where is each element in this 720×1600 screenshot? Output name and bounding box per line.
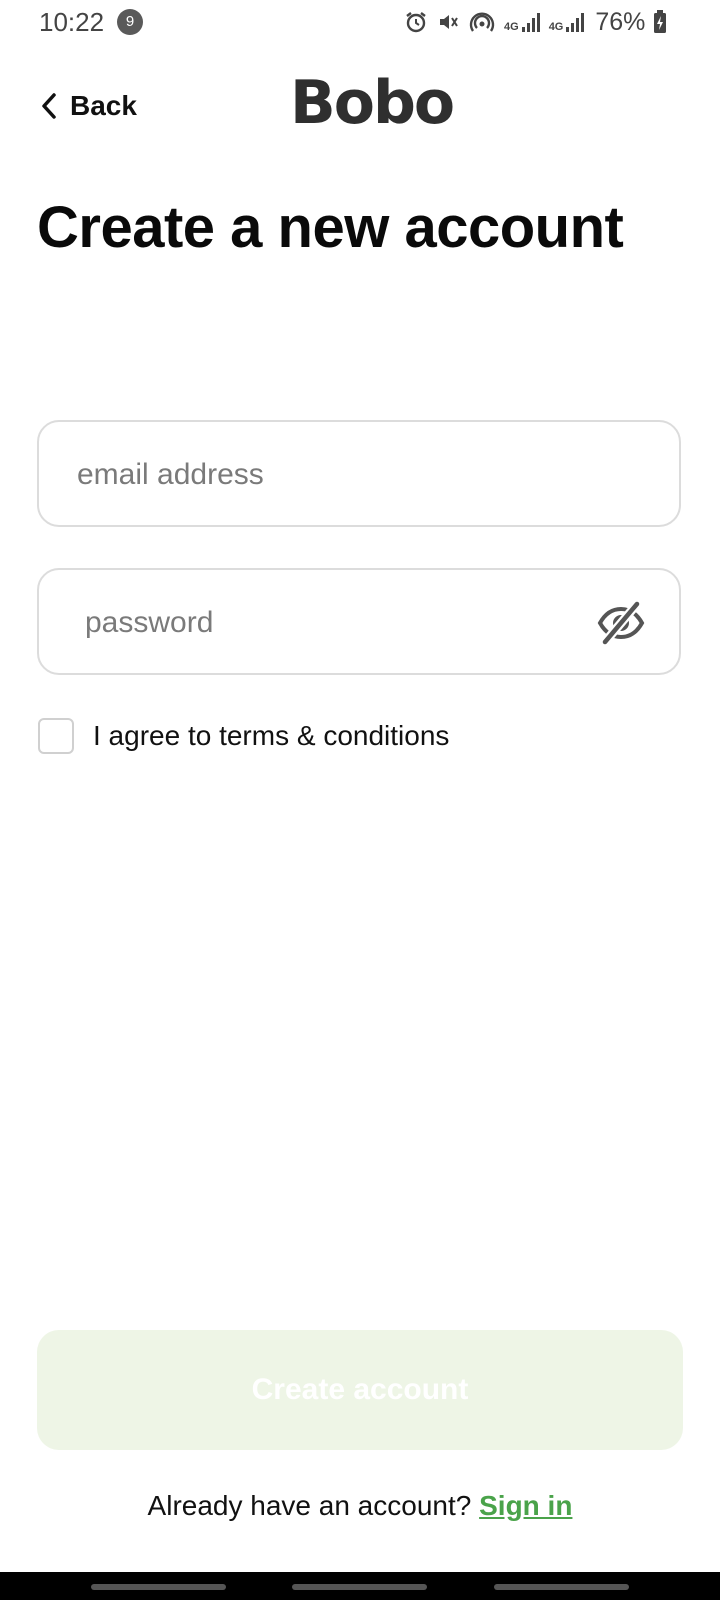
- network-type-1: 4G: [504, 21, 519, 33]
- eye-off-icon[interactable]: [597, 600, 645, 646]
- signal-2: 4G: [549, 11, 586, 33]
- page-title: Create a new account: [37, 195, 624, 260]
- chevron-left-icon: [42, 93, 56, 119]
- nav-recents-button[interactable]: [91, 1584, 226, 1590]
- status-icons: 4G 4G 76%: [404, 8, 667, 36]
- back-label: Back: [70, 90, 137, 121]
- terms-checkbox[interactable]: [38, 718, 74, 754]
- signal-1: 4G: [504, 11, 541, 33]
- password-field-container: [37, 568, 681, 675]
- status-bar: 10:22 9 4G 4G 76%: [0, 0, 720, 44]
- password-input[interactable]: [83, 570, 607, 675]
- create-account-button[interactable]: Create account: [37, 1330, 683, 1450]
- signal-bars-icon: [521, 13, 540, 32]
- status-time: 10:22: [39, 7, 105, 37]
- terms-row: I agree to terms & conditions: [38, 718, 449, 754]
- email-field-container: [37, 420, 681, 527]
- signal-bars-icon: [566, 13, 585, 32]
- nav-home-button[interactable]: [292, 1584, 427, 1590]
- already-have-account-text: Already have an account?: [147, 1490, 472, 1521]
- mute-icon: [440, 15, 458, 29]
- notification-count-badge: 9: [117, 9, 143, 35]
- battery-charging-icon: [654, 10, 667, 33]
- alarm-icon: [406, 12, 426, 33]
- signin-row: Already have an account? Sign in: [0, 1490, 720, 1522]
- network-type-2: 4G: [548, 21, 564, 33]
- system-navigation-bar: [0, 1572, 720, 1600]
- hotspot-icon: [469, 12, 495, 32]
- terms-label[interactable]: I agree to terms & conditions: [93, 720, 449, 752]
- email-input[interactable]: [75, 422, 599, 527]
- back-button[interactable]: Back: [38, 84, 137, 128]
- bobo-logo: Bobo: [290, 68, 455, 138]
- nav-back-button[interactable]: [494, 1584, 629, 1590]
- battery-percent: 76%: [595, 7, 646, 36]
- sign-in-link[interactable]: Sign in: [479, 1490, 572, 1521]
